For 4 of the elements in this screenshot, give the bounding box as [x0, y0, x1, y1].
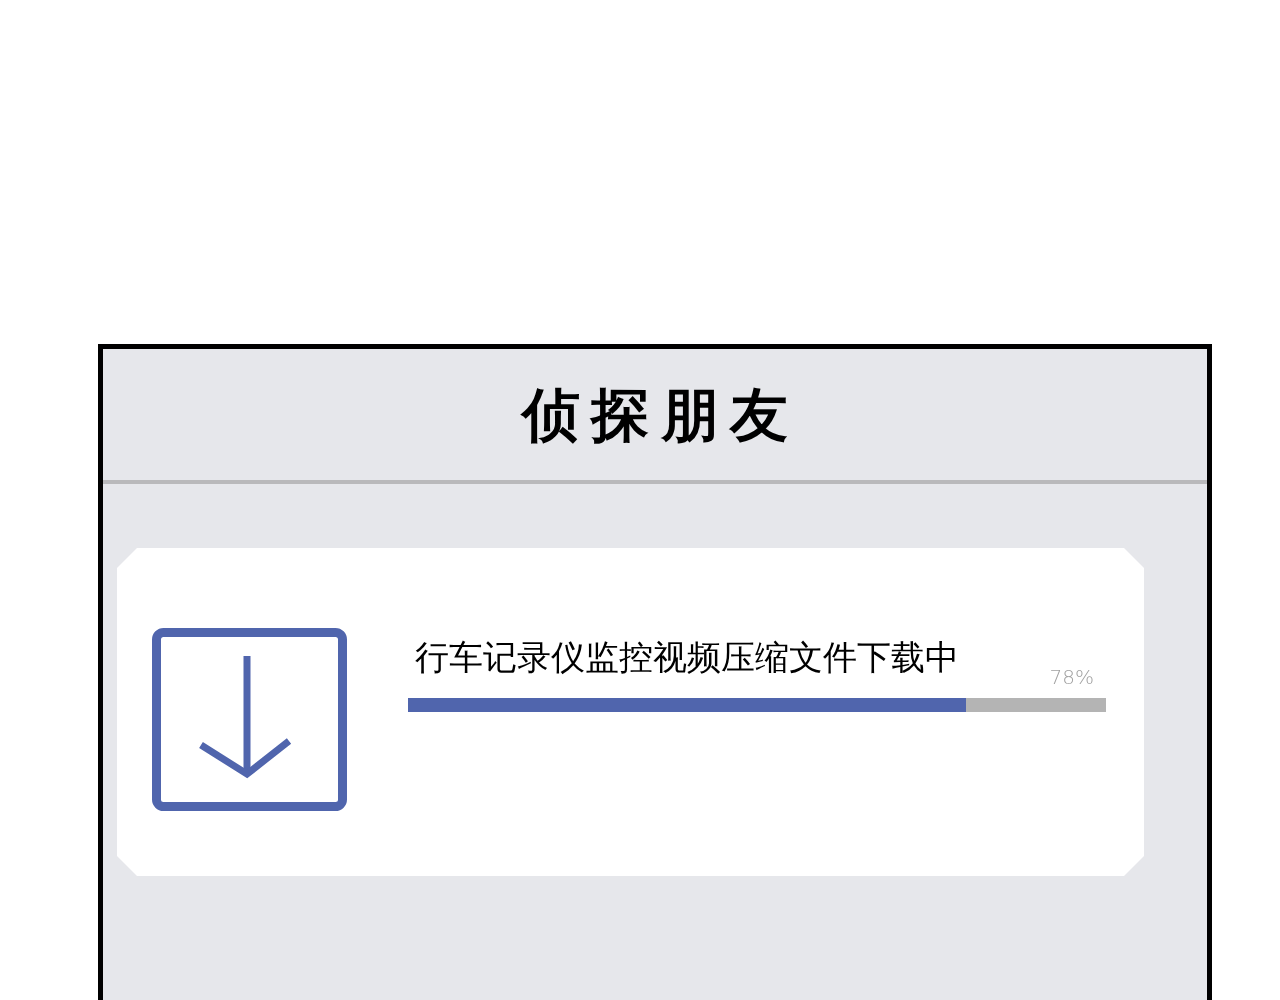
progress-percent: 78%	[1049, 667, 1094, 687]
window-title: 侦探朋友	[519, 380, 800, 449]
download-status-text: 行车记录仪监控视频压缩文件下载中	[415, 637, 959, 677]
download-icon	[152, 628, 347, 811]
